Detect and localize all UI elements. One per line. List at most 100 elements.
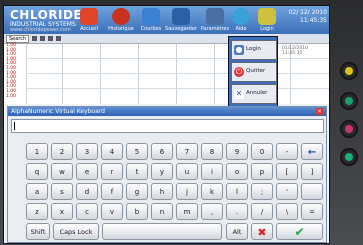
- space-key[interactable]: [102, 223, 222, 240]
- key[interactable]: 7: [176, 143, 198, 160]
- key[interactable]: 2: [51, 143, 73, 160]
- key[interactable]: m: [176, 203, 198, 220]
- key[interactable]: ;: [251, 183, 273, 200]
- side-button-stop[interactable]: [340, 120, 358, 138]
- menu-item-label: Annuler: [246, 90, 268, 96]
- key[interactable]: l: [226, 183, 248, 200]
- user-icon: ●: [234, 45, 244, 55]
- key[interactable]: n: [151, 203, 173, 220]
- key[interactable]: 4: [101, 143, 123, 160]
- pan-icon[interactable]: [40, 36, 45, 41]
- top-bar: CHLORIDE INDUSTRIAL SYSTEMS www.chloride…: [4, 6, 329, 34]
- key[interactable]: [: [276, 163, 298, 180]
- key[interactable]: d: [76, 183, 98, 200]
- nav-sauvegarder[interactable]: Sauvegarder: [165, 8, 197, 34]
- chart-icon: [142, 8, 160, 25]
- search-button[interactable]: Search: [6, 35, 30, 43]
- menu-item-login[interactable]: ● Login: [231, 40, 277, 60]
- key[interactable]: a: [26, 183, 48, 200]
- key[interactable]: ': [276, 183, 298, 200]
- key[interactable]: .: [226, 203, 248, 220]
- nav-login[interactable]: Login: [254, 8, 280, 34]
- menu-item-annuler[interactable]: ✕ Annuler: [231, 84, 277, 104]
- key[interactable]: o: [226, 163, 248, 180]
- key[interactable]: =: [301, 203, 323, 220]
- y-tick: 1.00: [6, 93, 17, 99]
- nav-accueil[interactable]: Accueil: [76, 8, 102, 34]
- key[interactable]: p: [251, 163, 273, 180]
- print-icon[interactable]: [56, 36, 61, 41]
- enter-key[interactable]: ✔: [276, 223, 323, 240]
- key[interactable]: x: [51, 203, 73, 220]
- nav-historique[interactable]: Historique: [108, 8, 134, 34]
- grid-line: [62, 44, 63, 104]
- nav-label: Login: [260, 26, 274, 32]
- run-icon: [345, 153, 353, 161]
- key[interactable]: z: [26, 203, 48, 220]
- grid-line: [26, 88, 329, 89]
- keyboard-titlebar[interactable]: AlphaNumeric Virtual Keyboard ×: [8, 107, 326, 116]
- caps-lock-key[interactable]: Caps Lock: [53, 223, 99, 240]
- key[interactable]: w: [51, 163, 73, 180]
- key[interactable]: 8: [201, 143, 223, 160]
- key[interactable]: /: [251, 203, 273, 220]
- chart-toolbar: Search: [4, 34, 329, 44]
- save-icon: [172, 8, 190, 25]
- key[interactable]: i: [201, 163, 223, 180]
- key[interactable]: 9: [226, 143, 248, 160]
- grid-line: [138, 44, 139, 104]
- zoom-icon[interactable]: [32, 36, 37, 41]
- key[interactable]: h: [151, 183, 173, 200]
- power-icon: ⏻: [234, 67, 244, 77]
- nav-label: Sauvegarder: [165, 26, 197, 32]
- key[interactable]: r: [101, 163, 123, 180]
- virtual-keyboard: AlphaNumeric Virtual Keyboard × 1 2 3 4 …: [7, 106, 327, 243]
- grid-line: [214, 44, 215, 104]
- key[interactable]: 0: [251, 143, 273, 160]
- home-icon: [80, 8, 98, 25]
- grid-line: [176, 44, 177, 104]
- key[interactable]: 5: [126, 143, 148, 160]
- key[interactable]: f: [101, 183, 123, 200]
- cancel-key[interactable]: ✖: [251, 223, 273, 240]
- key[interactable]: ,: [201, 203, 223, 220]
- key[interactable]: v: [101, 203, 123, 220]
- nav-courbes[interactable]: Courbes: [138, 8, 164, 34]
- key[interactable]: t: [126, 163, 148, 180]
- key[interactable]: c: [76, 203, 98, 220]
- grid-line: [100, 44, 101, 104]
- key[interactable]: e: [76, 163, 98, 180]
- stop-icon: [345, 125, 353, 133]
- key[interactable]: y: [151, 163, 173, 180]
- shift-key[interactable]: Shift: [26, 223, 50, 240]
- key[interactable]: ]: [301, 163, 323, 180]
- chart-date: 01/12/2010 11:45:35: [282, 46, 308, 56]
- side-button-run[interactable]: [340, 148, 358, 166]
- key[interactable]: b: [126, 203, 148, 220]
- menu-item-quitter[interactable]: ⏻ Quitter: [231, 62, 277, 82]
- key[interactable]: k: [201, 183, 223, 200]
- date-text: 02/ 12/ 2010: [288, 9, 327, 16]
- reset-icon[interactable]: [48, 36, 53, 41]
- key[interactable]: u: [176, 163, 198, 180]
- close-icon[interactable]: ×: [316, 108, 323, 115]
- login-icon: [258, 8, 276, 25]
- text-caret: [14, 122, 15, 130]
- backspace-key[interactable]: ←: [301, 143, 323, 160]
- side-button-power[interactable]: [340, 92, 358, 110]
- y-axis-labels: 1.00 1.00 1.00 1.00 1.00 1.00 1.00 1.00 …: [6, 43, 26, 99]
- side-button-alarm[interactable]: [340, 62, 358, 80]
- key[interactable]: j: [176, 183, 198, 200]
- key[interactable]: s: [51, 183, 73, 200]
- key[interactable]: \: [276, 203, 298, 220]
- key[interactable]: -: [276, 143, 298, 160]
- key[interactable]: [301, 183, 323, 200]
- keyboard-text-input[interactable]: [11, 119, 324, 133]
- alt-key[interactable]: Alt: [226, 223, 248, 240]
- key[interactable]: 1: [26, 143, 48, 160]
- key[interactable]: q: [26, 163, 48, 180]
- help-icon: [232, 8, 250, 25]
- key[interactable]: 3: [76, 143, 98, 160]
- key[interactable]: 6: [151, 143, 173, 160]
- key[interactable]: g: [126, 183, 148, 200]
